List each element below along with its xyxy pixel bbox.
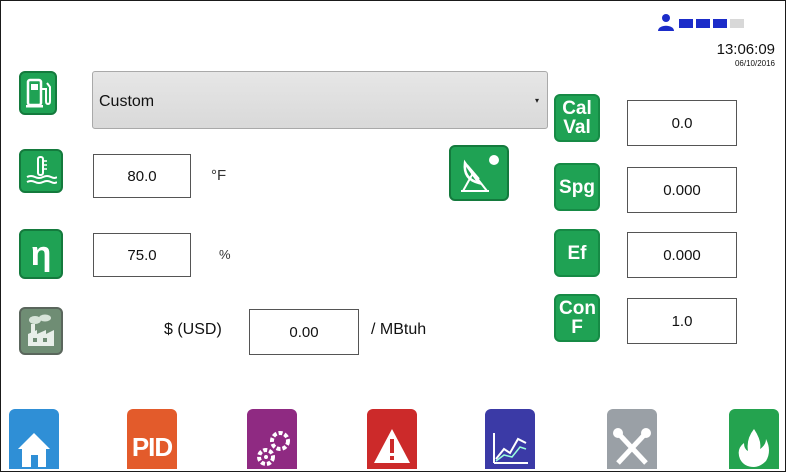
ef-field[interactable]: 0.000 xyxy=(627,232,737,278)
cost-input[interactable]: 0.00 xyxy=(249,309,359,355)
tools-icon xyxy=(613,428,651,465)
signal-bar-4 xyxy=(730,19,744,28)
con-f-button[interactable]: Con F xyxy=(554,294,600,342)
chevron-down-icon: ▾ xyxy=(534,96,539,105)
clock-date: 06/10/2016 xyxy=(734,59,775,68)
cal-val-button[interactable]: Cal Val xyxy=(554,94,600,142)
user-icon[interactable] xyxy=(657,13,675,31)
per-unit-label: / MBtuh xyxy=(371,321,427,338)
chart-icon xyxy=(493,433,528,464)
con-f-label: Con F xyxy=(559,298,596,338)
cal-val-field[interactable]: 0.0 xyxy=(627,100,737,146)
main-screen: 13:06:09 06/10/2016 Custom ▾ 80.0 °F η 7… xyxy=(0,0,786,472)
nav-trend-button[interactable] xyxy=(485,409,535,469)
fuel-select-value: Custom xyxy=(99,93,155,110)
fuel-select[interactable]: Custom ▾ xyxy=(92,71,548,129)
thermometer-water-icon[interactable] xyxy=(19,149,63,193)
nav-settings-button[interactable] xyxy=(247,409,297,469)
nav-combustion-button[interactable] xyxy=(729,409,779,469)
signal-indicator xyxy=(679,19,744,28)
warning-icon xyxy=(374,429,410,463)
spg-label: Spg xyxy=(559,176,595,198)
ef-label: Ef xyxy=(567,242,587,264)
efficiency-unit: % xyxy=(219,247,231,262)
status-area: 13:06:09 06/10/2016 xyxy=(655,11,775,81)
temperature-unit: °F xyxy=(211,167,227,184)
signal-bar-1 xyxy=(679,19,693,28)
factory-icon[interactable] xyxy=(19,307,63,355)
flame-icon xyxy=(738,429,769,467)
eta-glyph: η xyxy=(30,235,52,273)
signal-bar-3 xyxy=(713,19,727,28)
spg-button[interactable]: Spg xyxy=(554,163,600,211)
satellite-dish-icon[interactable] xyxy=(449,145,509,201)
fuel-pump-icon[interactable] xyxy=(19,71,57,115)
nav-alarm-button[interactable] xyxy=(367,409,417,469)
nav-tools-button[interactable] xyxy=(607,409,657,469)
signal-bar-2 xyxy=(696,19,710,28)
nav-home-button[interactable] xyxy=(9,409,59,469)
eta-icon[interactable]: η xyxy=(19,229,63,279)
clock-time: 13:06:09 xyxy=(716,41,775,58)
efficiency-input[interactable]: 75.0 xyxy=(93,233,191,277)
ef-button[interactable]: Ef xyxy=(554,229,600,277)
home-icon xyxy=(18,433,50,467)
temperature-input[interactable]: 80.0 xyxy=(93,154,191,198)
cal-val-label: Cal Val xyxy=(562,98,592,138)
spg-field[interactable]: 0.000 xyxy=(627,167,737,213)
nav-pid-button[interactable]: PID xyxy=(127,409,177,469)
currency-label: $ (USD) xyxy=(164,321,222,338)
con-f-field[interactable]: 1.0 xyxy=(627,298,737,344)
pid-icon: PID xyxy=(131,432,173,462)
gears-icon xyxy=(257,431,290,466)
